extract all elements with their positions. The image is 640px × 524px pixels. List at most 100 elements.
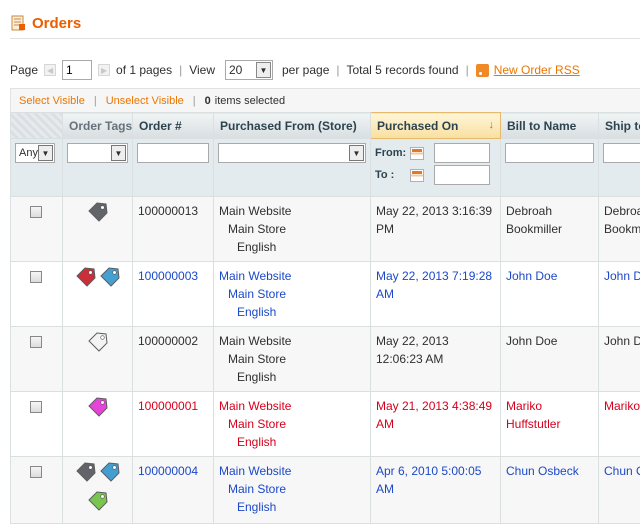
bill-to-filter-input[interactable] <box>505 143 594 163</box>
date-from-input[interactable] <box>434 143 490 163</box>
store-line: Main Website <box>219 397 365 415</box>
grid-filter-row: Any ▼ ▼ ▼ From: <box>11 139 640 197</box>
row-checkbox[interactable] <box>30 336 42 348</box>
order-number-cell: 100000013 <box>133 197 214 262</box>
column-header-tags: Order Tags <box>63 113 133 139</box>
new-order-rss-link[interactable]: New Order RSS <box>494 63 580 77</box>
column-header-order-number[interactable]: Order # <box>133 113 214 139</box>
bill-to-cell: John Doe <box>501 262 599 327</box>
pager-separator: | <box>336 63 339 77</box>
store-line: English <box>219 498 365 516</box>
purchased-on-cell: May 22, 201312:06:23 AM <box>371 327 501 392</box>
order-tag-icon <box>86 395 110 424</box>
ship-to-cell: Mariko <box>599 392 640 457</box>
order-tag-icon <box>74 460 98 489</box>
page-title: Orders <box>32 15 81 32</box>
purchased-on-cell: May 22, 2013 7:19:28AM <box>371 262 501 327</box>
massaction-filter-select[interactable]: Any ▼ <box>15 143 55 163</box>
select-visible-link[interactable]: Select Visible <box>19 95 85 107</box>
store-line: Main Store <box>219 415 365 433</box>
previous-page-icon[interactable]: ◀ <box>44 64 56 76</box>
filter-any-value: Any <box>19 147 38 159</box>
ship-to-cell: DebroahBookmi <box>599 197 640 262</box>
store-cell: Main WebsiteMain StoreEnglish <box>214 327 371 392</box>
selected-suffix: items selected <box>215 95 285 107</box>
row-checkbox[interactable] <box>30 401 42 413</box>
purchased-on-line: May 22, 2013 7:19:28 <box>376 267 495 285</box>
header-divider <box>10 38 640 39</box>
massaction-bar: Select Visible | Unselect Visible | 0 it… <box>10 88 640 112</box>
order-number-cell: 100000002 <box>133 327 214 392</box>
grid-header-row: Order Tags Order # Purchased From (Store… <box>11 113 640 139</box>
ship-to-line: John D <box>604 267 640 285</box>
table-row[interactable]: 100000002Main WebsiteMain StoreEnglishMa… <box>11 327 640 392</box>
order-number-filter-input[interactable] <box>137 143 209 163</box>
purchased-on-line: AM <box>376 285 495 303</box>
orders-grid: Order Tags Order # Purchased From (Store… <box>10 112 640 524</box>
ship-to-filter-input[interactable] <box>603 143 640 163</box>
table-row[interactable]: 100000001 Main WebsiteMain StoreEnglish Ma… <box>11 392 640 457</box>
store-line: Main Store <box>219 220 365 238</box>
massaction-separator: | <box>94 95 97 107</box>
order-number-cell: 100000001 <box>133 392 214 457</box>
pager-separator: | <box>179 63 182 77</box>
bill-to-line: Bookmiller <box>506 220 593 238</box>
table-row[interactable]: 100000004Main WebsiteMain StoreEnglishAp… <box>11 457 640 524</box>
of-pages-text: of 1 pages <box>116 63 172 77</box>
ship-to-line: Chun O <box>604 462 640 480</box>
purchased-on-line: AM <box>376 415 495 433</box>
chevron-down-icon: ▼ <box>38 145 53 161</box>
column-header-bill-to[interactable]: Bill to Name <box>501 113 599 139</box>
bill-to-line: Mariko <box>506 397 593 415</box>
column-header-purchased-on[interactable]: Purchased On↓ <box>371 113 501 139</box>
order-tags-cell <box>63 327 133 392</box>
calendar-icon[interactable] <box>410 169 424 182</box>
store-line: Main Website <box>219 332 365 350</box>
table-row[interactable]: 100000013Main WebsiteMain StoreEnglishMa… <box>11 197 640 262</box>
order-tags-cell <box>63 262 133 327</box>
purchased-on-cell: May 22, 2013 3:16:39PM <box>371 197 501 262</box>
per-page-select[interactable]: 20 ▼ <box>225 60 273 80</box>
row-select-cell <box>11 392 63 457</box>
date-from-label: From: <box>375 147 410 159</box>
row-select-cell <box>11 262 63 327</box>
store-line: Main Store <box>219 350 365 368</box>
bill-to-line: John Doe <box>506 267 593 285</box>
purchased-on-line: May 21, 2013 4:38:49 <box>376 397 495 415</box>
bill-to-cell: John Doe <box>501 327 599 392</box>
store-line: English <box>219 368 365 386</box>
date-to-input[interactable] <box>434 165 490 185</box>
store-line: Main Website <box>219 267 365 285</box>
bill-to-cell: MarikoHuffstutler <box>501 392 599 457</box>
ship-to-cell: Chun O <box>599 457 640 524</box>
order-tags-cell <box>63 197 133 262</box>
ship-to-cell: John D <box>599 262 640 327</box>
bill-to-cell: DebroahBookmiller <box>501 197 599 262</box>
store-filter-select[interactable]: ▼ <box>218 143 366 163</box>
bill-to-line: John Doe <box>506 332 593 350</box>
row-checkbox[interactable] <box>30 271 42 283</box>
store-line: Main Website <box>219 462 365 480</box>
store-cell: Main WebsiteMain StoreEnglish <box>214 457 371 524</box>
store-cell: Main WebsiteMain StoreEnglish <box>214 197 371 262</box>
row-checkbox[interactable] <box>30 206 42 218</box>
store-line: Main Website <box>219 202 365 220</box>
selected-count: 0 <box>205 95 211 107</box>
grid-body: 100000013Main WebsiteMain StoreEnglishMa… <box>11 197 640 524</box>
order-tags-cell <box>63 457 133 524</box>
view-label: View <box>189 63 215 77</box>
tags-filter-select[interactable]: ▼ <box>67 143 128 163</box>
row-checkbox[interactable] <box>30 466 42 478</box>
order-tag-icon <box>86 330 110 359</box>
store-line: English <box>219 238 365 256</box>
table-row[interactable]: 100000003Main WebsiteMain StoreEnglishMa… <box>11 262 640 327</box>
next-page-icon[interactable]: ▶ <box>98 64 110 76</box>
store-line: English <box>219 433 365 451</box>
page-header: Orders <box>10 12 81 34</box>
column-header-store[interactable]: Purchased From (Store) <box>214 113 371 139</box>
calendar-icon[interactable] <box>410 147 424 160</box>
per-page-value: 20 <box>229 63 242 77</box>
page-number-input[interactable] <box>62 60 92 80</box>
unselect-visible-link[interactable]: Unselect Visible <box>106 95 184 107</box>
column-header-ship-to[interactable]: Ship to <box>599 113 640 139</box>
